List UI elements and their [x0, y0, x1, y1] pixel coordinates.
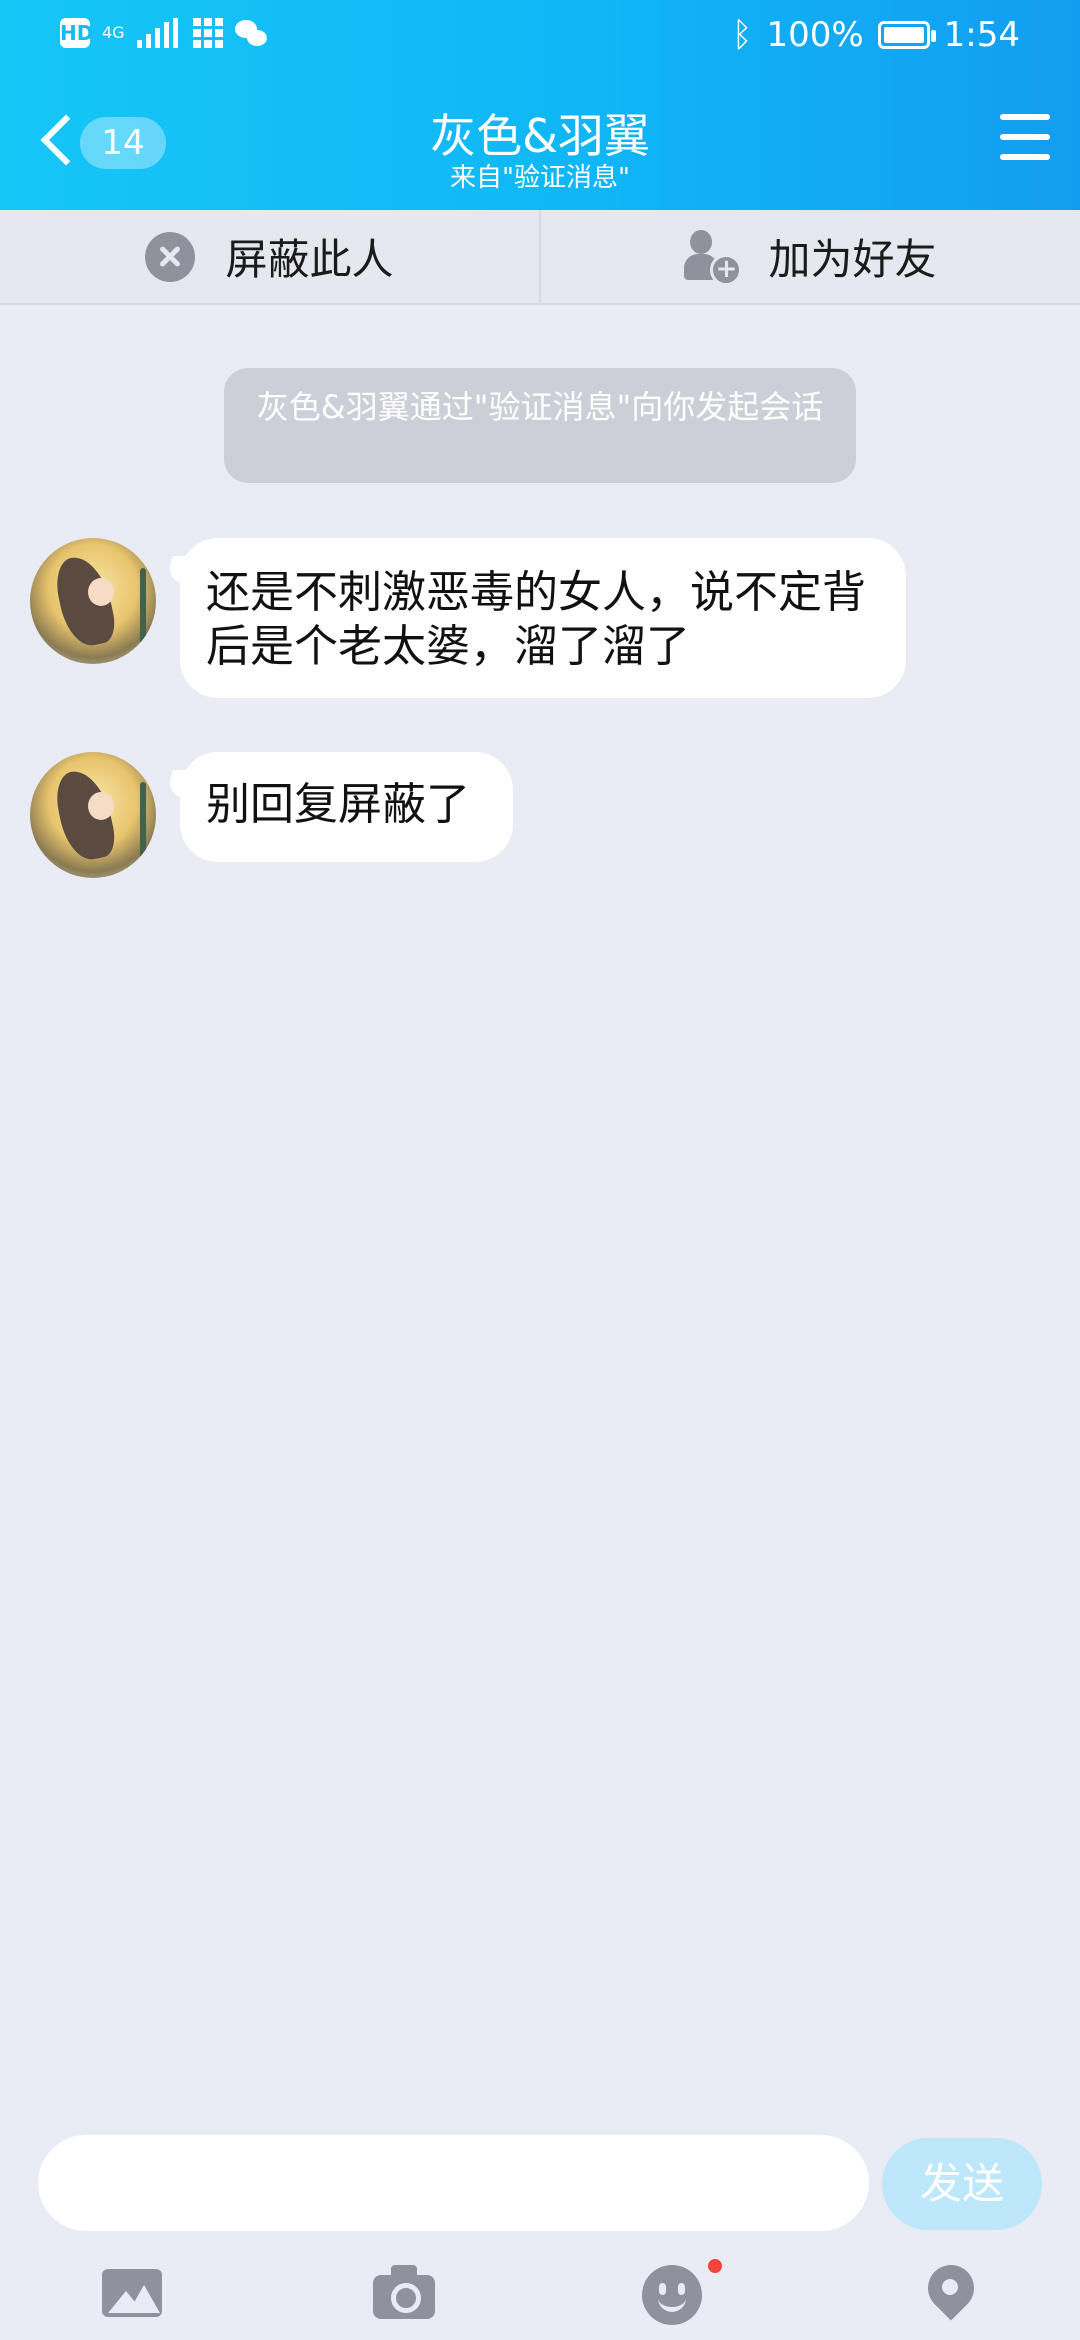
composer-toolbar	[0, 2245, 1080, 2340]
clock: 1:54	[943, 15, 1020, 55]
bluetooth-icon: ᛒ	[732, 15, 753, 55]
status-right: ᛒ 100% 1:54	[732, 15, 1020, 55]
battery-icon	[877, 21, 936, 49]
add-friend-label: 加为好友	[768, 235, 937, 284]
system-message: 灰色&羽翼通过"验证消息"向你发起会话	[224, 368, 856, 483]
camera-icon[interactable]	[373, 2265, 437, 2329]
hd-icon: HD	[60, 18, 93, 48]
send-button[interactable]: 发送	[882, 2138, 1042, 2230]
wechat-icon	[234, 18, 269, 48]
block-user-button[interactable]: 屏蔽此人	[0, 210, 539, 303]
status-left: HD 4G	[60, 18, 269, 48]
message-bubble[interactable]: 还是不刺激恶毒的女人，说不定背后是个老太婆，溜了溜了	[180, 538, 906, 698]
chat-subtitle: 来自"验证消息"	[450, 163, 630, 193]
signal-icon	[136, 18, 181, 48]
status-bar: HD 4G ᛒ 100% 1:54	[0, 0, 1080, 75]
network-type: 4G	[102, 23, 125, 42]
app-header: HD 4G ᛒ 100% 1:54 14 灰色&羽翼 来自"验证消息"	[0, 0, 1080, 210]
block-icon	[145, 231, 196, 282]
block-user-label: 屏蔽此人	[225, 235, 394, 284]
stranger-action-bar: 屏蔽此人 + 加为好友	[0, 210, 1080, 305]
message-input[interactable]	[38, 2135, 869, 2231]
menu-icon[interactable]	[1000, 114, 1050, 160]
battery-percent: 100%	[766, 15, 864, 55]
message-bubble[interactable]: 别回复屏蔽了	[180, 752, 513, 862]
emoji-icon[interactable]	[642, 2259, 722, 2329]
notification-dot	[708, 2259, 722, 2273]
add-friend-icon: +	[684, 229, 743, 286]
avatar[interactable]	[30, 538, 156, 664]
apps-grid-icon	[192, 18, 223, 48]
location-icon[interactable]	[918, 2255, 984, 2329]
image-icon[interactable]	[102, 2265, 166, 2329]
avatar[interactable]	[30, 752, 156, 878]
add-friend-button[interactable]: + 加为好友	[539, 210, 1080, 303]
